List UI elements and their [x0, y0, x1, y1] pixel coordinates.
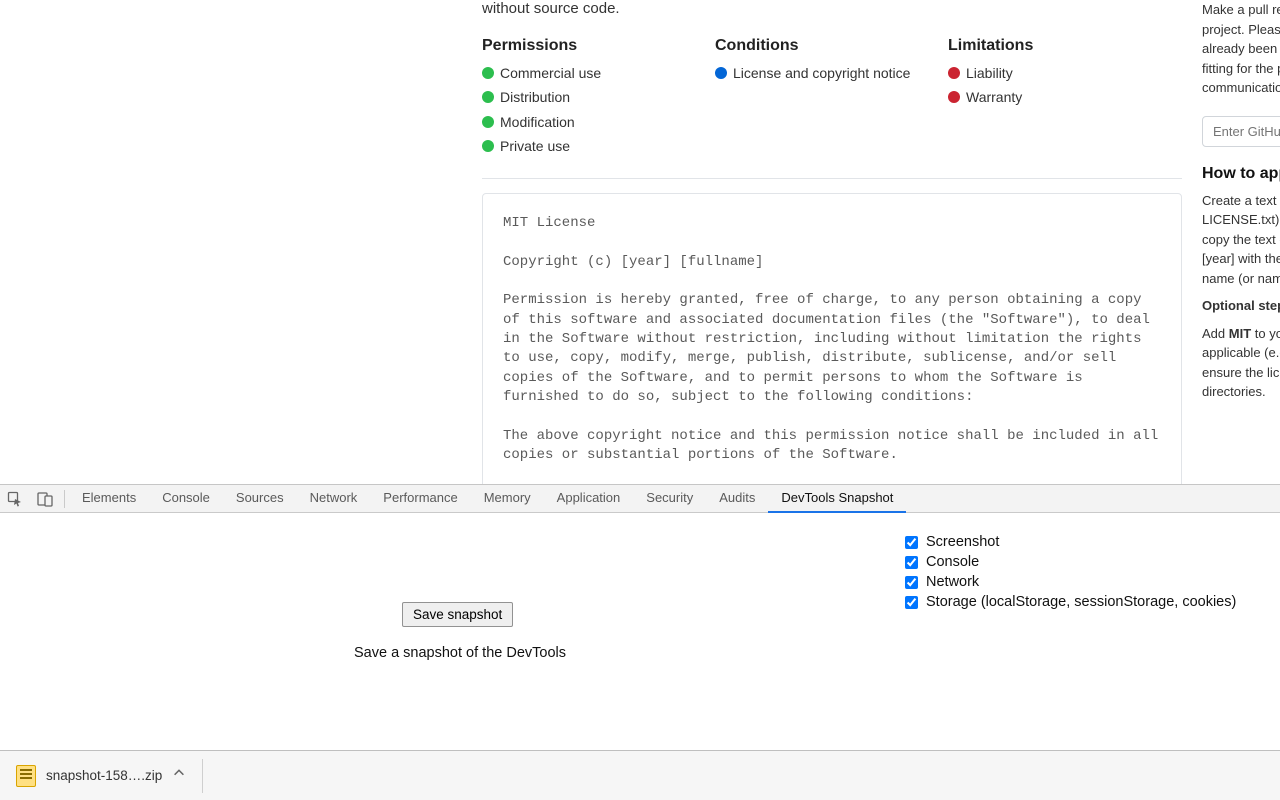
- permissions-heading: Permissions: [482, 37, 715, 55]
- permission-item: Modification: [482, 112, 715, 132]
- license-text-box: MIT License Copyright (c) [year] [fullna…: [482, 193, 1182, 484]
- check-console[interactable]: Console: [905, 554, 1236, 570]
- check-storage-box[interactable]: [905, 596, 918, 609]
- conditions-column: Conditions License and copyright notice: [715, 37, 948, 160]
- inspect-element-icon[interactable]: [0, 485, 30, 513]
- optional-steps-text: Add MIT to your project's package descri…: [1202, 324, 1280, 402]
- tab-memory[interactable]: Memory: [471, 485, 544, 513]
- sidebar: Make a pull request to suggest this lice…: [1202, 0, 1280, 410]
- tab-performance[interactable]: Performance: [370, 485, 470, 513]
- check-dot-icon: [482, 116, 494, 128]
- download-shelf: snapshot-158….zip: [0, 750, 1280, 800]
- conditions-heading: Conditions: [715, 37, 948, 55]
- check-screenshot[interactable]: Screenshot: [905, 534, 1236, 550]
- cross-dot-icon: [948, 91, 960, 103]
- check-console-box[interactable]: [905, 556, 918, 569]
- info-dot-icon: [715, 67, 727, 79]
- tab-sources[interactable]: Sources: [223, 485, 297, 513]
- condition-item: License and copyright notice: [715, 63, 948, 83]
- license-attributes: Permissions Commercial use Distribution …: [482, 37, 1182, 160]
- permission-item: Commercial use: [482, 63, 715, 83]
- license-main-column: without source code. Permissions Commerc…: [482, 0, 1182, 484]
- permissions-column: Permissions Commercial use Distribution …: [482, 37, 715, 160]
- check-dot-icon: [482, 91, 494, 103]
- intro-fragment: without source code.: [482, 0, 1182, 17]
- how-to-heading: How to apply this license: [1202, 165, 1280, 183]
- save-snapshot-button[interactable]: Save snapshot: [402, 602, 513, 627]
- divider: [482, 178, 1182, 179]
- tab-console[interactable]: Console: [149, 485, 223, 513]
- tab-devtools-snapshot[interactable]: DevTools Snapshot: [768, 485, 906, 513]
- toolbar-separator: [64, 490, 65, 508]
- device-toolbar-icon[interactable]: [30, 485, 60, 513]
- check-dot-icon: [482, 67, 494, 79]
- snapshot-description: Save a snapshot of the DevTools: [354, 645, 566, 661]
- limitation-item: Liability: [948, 63, 1181, 83]
- repo-url-input[interactable]: [1202, 116, 1280, 147]
- zip-file-icon: [16, 765, 36, 787]
- sidebar-suggest-text: Make a pull request to suggest this lice…: [1202, 0, 1280, 98]
- tab-security[interactable]: Security: [633, 485, 706, 513]
- chevron-up-icon[interactable]: [172, 766, 186, 785]
- optional-steps-heading: Optional steps: [1202, 296, 1280, 316]
- how-to-text: Create a text file (typically named LICE…: [1202, 191, 1280, 289]
- limitations-column: Limitations Liability Warranty: [948, 37, 1181, 160]
- tab-elements[interactable]: Elements: [69, 485, 149, 513]
- tab-network[interactable]: Network: [297, 485, 371, 513]
- devtools-snapshot-panel: Save snapshot Save a snapshot of the Dev…: [0, 513, 1280, 750]
- devtools: Elements Console Sources Network Perform…: [0, 484, 1280, 750]
- download-item[interactable]: snapshot-158….zip: [10, 753, 213, 799]
- check-network[interactable]: Network: [905, 574, 1236, 590]
- limitation-item: Warranty: [948, 87, 1181, 107]
- devtools-toolbar: Elements Console Sources Network Perform…: [0, 485, 1280, 513]
- tab-application[interactable]: Application: [544, 485, 634, 513]
- permission-item: Distribution: [482, 87, 715, 107]
- permission-item: Private use: [482, 136, 715, 156]
- check-storage[interactable]: Storage (localStorage, sessionStorage, c…: [905, 594, 1236, 610]
- download-filename: snapshot-158….zip: [46, 768, 162, 783]
- check-network-box[interactable]: [905, 576, 918, 589]
- check-screenshot-box[interactable]: [905, 536, 918, 549]
- limitations-heading: Limitations: [948, 37, 1181, 55]
- devtools-tabs: Elements Console Sources Network Perform…: [69, 485, 906, 513]
- snapshot-options: Screenshot Console Network Storage (loca…: [905, 534, 1236, 614]
- cross-dot-icon: [948, 67, 960, 79]
- check-dot-icon: [482, 140, 494, 152]
- page-viewport: without source code. Permissions Commerc…: [0, 0, 1280, 484]
- tab-audits[interactable]: Audits: [706, 485, 768, 513]
